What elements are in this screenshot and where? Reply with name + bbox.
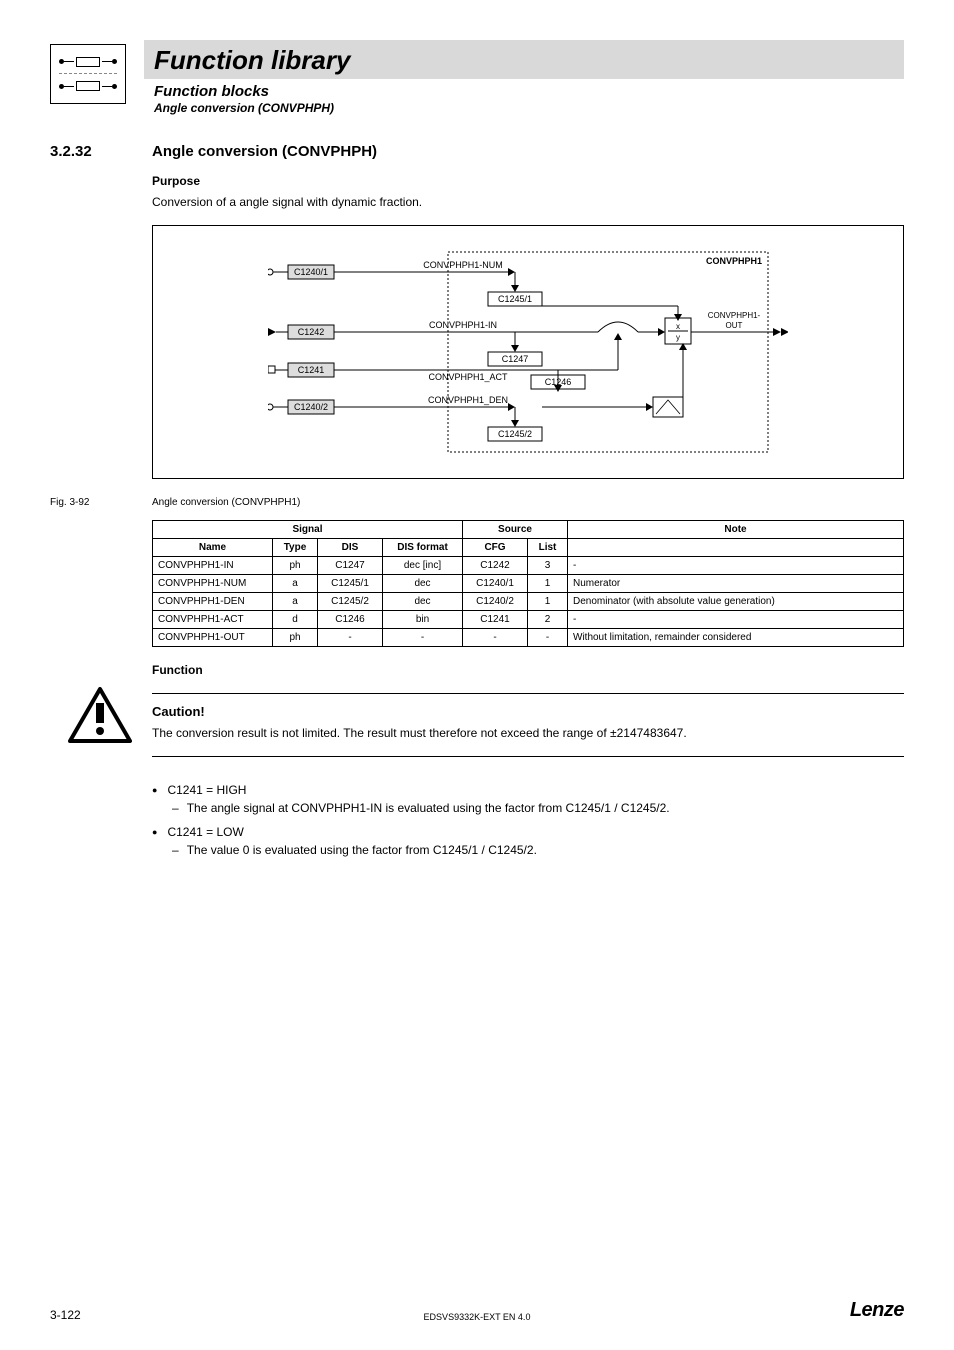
cell-dis: C1246 [318,610,383,628]
bullet-sub-item: The value 0 is evaluated using the facto… [172,843,904,857]
bullet-item: C1241 = HIGHThe angle signal at CONVPHPH… [152,783,904,815]
caution-rule-bottom [152,756,904,757]
cell-dis: C1247 [318,556,383,574]
cell-type: d [273,610,318,628]
cell-fmt: dec [383,592,463,610]
cell-cfg: C1240/1 [463,574,528,592]
figure-caption: Angle conversion (CONVPHPH1) [152,497,300,508]
section-number: 3.2.32 [50,143,114,160]
cell-note: - [568,610,904,628]
cell-cfg: C1241 [463,610,528,628]
cell-name: CONVPHPH1-OUT [153,628,273,646]
cell-fmt: dec [383,574,463,592]
cell-fmt: bin [383,610,463,628]
table-row: CONVPHPH1-INphC1247dec [inc]C12423- [153,556,904,574]
cell-dis: - [318,628,383,646]
th-dis: DIS [318,538,383,556]
cell-name: CONVPHPH1-IN [153,556,273,574]
section-title: Angle conversion (CONVPHPH) [152,143,377,160]
diag-frac-x: x [676,322,680,331]
bullet-item: C1241 = LOWThe value 0 is evaluated usin… [152,825,904,857]
function-block-icon [50,44,126,104]
diag-c12401: C1240/1 [294,267,328,277]
block-diagram: CONVPHPH1 C1240/1 CONVPHPH1-NUM C1245/1 … [152,225,904,479]
cell-name: CONVPHPH1-DEN [153,592,273,610]
caution-title: Caution! [152,704,904,719]
cell-list: 3 [528,556,568,574]
footer-logo: Lenze [850,1299,904,1322]
cell-list: 1 [528,592,568,610]
cell-note: Numerator [568,574,904,592]
th-note-blank [568,538,904,556]
bullet-sub-item: The angle signal at CONVPHPH1-IN is eval… [172,801,904,815]
cell-dis: C1245/1 [318,574,383,592]
diag-c1246: C1246 [545,377,572,387]
diag-act-label: CONVPHPH1_ACT [428,372,508,382]
th-note: Note [568,520,904,538]
th-signal: Signal [153,520,463,538]
cell-cfg: C1242 [463,556,528,574]
figure-label: Fig. 3-92 [50,497,128,508]
footer-page: 3-122 [50,1308,81,1322]
title-bar: Function library [144,40,904,79]
footer-doc: EDSVS9332K-EXT EN 4.0 [424,1312,531,1322]
diag-c12452: C1245/2 [498,429,532,439]
table-row: CONVPHPH1-DENaC1245/2decC1240/21Denomina… [153,592,904,610]
cell-fmt: dec [inc] [383,556,463,574]
main-title: Function library [154,45,894,76]
section-heading: 3.2.32 Angle conversion (CONVPHPH) [50,143,904,160]
th-type: Type [273,538,318,556]
cell-list: 1 [528,574,568,592]
cell-type: ph [273,628,318,646]
table-row: CONVPHPH1-ACTdC1246binC12412- [153,610,904,628]
cell-type: a [273,574,318,592]
caution-rule-top [152,693,904,694]
cell-cfg: - [463,628,528,646]
th-list: List [528,538,568,556]
cell-type: a [273,592,318,610]
cell-type: ph [273,556,318,574]
purpose-heading: Purpose [152,174,904,188]
diag-num-label: CONVPHPH1-NUM [423,260,503,270]
caution-icon [68,687,132,743]
cell-name: CONVPHPH1-ACT [153,610,273,628]
signal-table: Signal Source Note Name Type DIS DIS for… [152,520,904,647]
cell-note: Without limitation, remainder considered [568,628,904,646]
diag-den-label: CONVPHPH1_DEN [428,395,508,405]
caution-body: The conversion result is not limited. Th… [152,725,904,742]
page-header: Function library Function blocks Angle c… [50,40,904,115]
diag-in-label: CONVPHPH1-IN [429,320,497,330]
diag-out-label-2: OUT [726,321,743,330]
diag-c12402: C1240/2 [294,402,328,412]
diag-frac-y: y [676,333,680,342]
cell-note: Denominator (with absolute value generat… [568,592,904,610]
purpose-text: Conversion of a angle signal with dynami… [152,194,904,211]
cell-list: - [528,628,568,646]
figure-caption-row: Fig. 3-92 Angle conversion (CONVPHPH1) [50,497,904,508]
cell-dis: C1245/2 [318,592,383,610]
table-row: CONVPHPH1-OUTph----Without limitation, r… [153,628,904,646]
cell-list: 2 [528,610,568,628]
diag-out-label-1: CONVPHPH1- [708,311,761,320]
diag-c1241: C1241 [298,365,325,375]
cell-fmt: - [383,628,463,646]
diag-c1242: C1242 [298,327,325,337]
cell-note: - [568,556,904,574]
diag-c12451: C1245/1 [498,294,532,304]
diag-c1247: C1247 [502,354,529,364]
th-disformat: DIS format [383,538,463,556]
page-footer: 3-122 EDSVS9332K-EXT EN 4.0 Lenze [50,1299,904,1322]
diag-block-name: CONVPHPH1 [706,256,762,266]
cell-cfg: C1240/2 [463,592,528,610]
th-cfg: CFG [463,538,528,556]
subtitle-2: Angle conversion (CONVPHPH) [154,101,904,115]
cell-name: CONVPHPH1-NUM [153,574,273,592]
th-source: Source [463,520,568,538]
th-name: Name [153,538,273,556]
table-row: CONVPHPH1-NUMaC1245/1decC1240/11Numerato… [153,574,904,592]
bullet-list: C1241 = HIGHThe angle signal at CONVPHPH… [152,783,904,857]
function-heading: Function [152,663,904,677]
subtitle-1: Function blocks [154,83,904,100]
